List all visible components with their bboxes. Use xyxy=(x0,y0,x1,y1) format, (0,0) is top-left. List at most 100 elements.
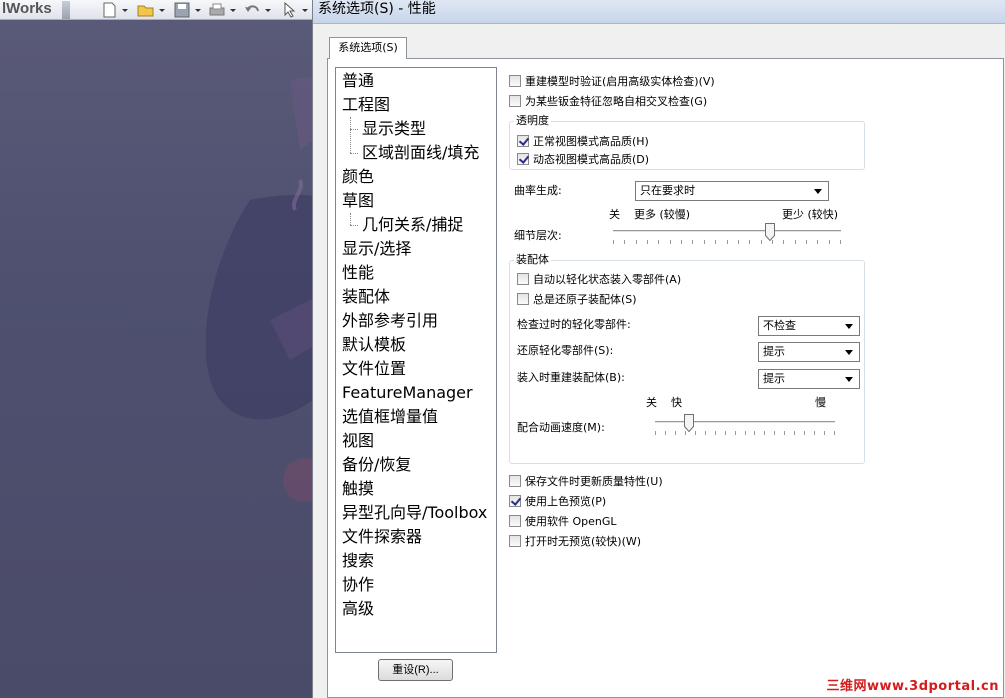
always-resolve-checkbox[interactable] xyxy=(517,293,529,305)
category-item[interactable]: 异型孔向导/Toolbox xyxy=(342,501,487,525)
slider-thumb[interactable] xyxy=(684,414,694,433)
chevron-down-icon xyxy=(842,320,856,332)
slider-tick xyxy=(665,431,666,435)
verify-rebuild-checkbox[interactable] xyxy=(509,75,521,87)
normal-view-hq-option[interactable]: 正常视图模式高品质(H) xyxy=(517,133,649,149)
curvature-value: 只在要求时 xyxy=(640,184,695,197)
shaded-preview-option[interactable]: 使用上色预览(P) xyxy=(509,493,606,509)
slider-tick xyxy=(745,431,746,435)
category-item[interactable]: 触摸 xyxy=(342,477,374,501)
slider-tick xyxy=(761,240,762,244)
resolve-lightweight-select[interactable]: 提示 xyxy=(758,342,860,362)
background-logo-graphic xyxy=(205,77,312,502)
transparency-group-title: 透明度 xyxy=(514,114,551,128)
new-document-icon[interactable] xyxy=(102,1,128,19)
slider-tick xyxy=(670,240,671,244)
mate-anim-fast-label: 快 xyxy=(671,396,682,409)
rebuild-on-load-select[interactable]: 提示 xyxy=(758,369,860,389)
no-preview-checkbox[interactable] xyxy=(509,535,521,547)
category-item[interactable]: 区域剖面线/填充 xyxy=(362,141,479,165)
slider-track[interactable] xyxy=(613,230,841,233)
slider-thumb[interactable] xyxy=(765,223,775,242)
toolbar-expand-arrow[interactable] xyxy=(62,1,70,19)
slider-tick xyxy=(613,240,614,244)
lod-off-label: 关 xyxy=(609,208,620,221)
dialog-titlebar[interactable]: 系统选项(S) - 性能 xyxy=(313,0,1005,24)
lod-less-label: 更少 (较快) xyxy=(782,208,839,221)
category-item[interactable]: 装配体 xyxy=(342,285,390,309)
slider-tick xyxy=(681,240,682,244)
category-item[interactable]: 几何关系/捕捉 xyxy=(362,213,463,237)
curvature-select[interactable]: 只在要求时 xyxy=(635,181,829,201)
assemblies-group-title: 装配体 xyxy=(514,253,551,267)
reset-button[interactable]: 重设(R)... xyxy=(378,659,453,681)
slider-tick xyxy=(784,431,785,435)
level-of-detail-slider[interactable] xyxy=(613,223,841,245)
no-preview-option[interactable]: 打开时无预览(较快)(W) xyxy=(509,533,641,549)
category-item[interactable]: 视图 xyxy=(342,429,374,453)
ignore-sheetmetal-option[interactable]: 为某些钣金特征忽略自相交叉检查(G) xyxy=(509,93,707,109)
save-icon[interactable] xyxy=(173,1,203,19)
print-icon[interactable] xyxy=(208,1,238,19)
category-item[interactable]: 高级 xyxy=(342,597,374,621)
category-item[interactable]: 颜色 xyxy=(342,165,374,189)
category-item[interactable]: 普通 xyxy=(342,69,374,93)
curvature-label: 曲率生成: xyxy=(514,184,562,197)
software-opengl-option[interactable]: 使用软件 OpenGL xyxy=(509,513,617,529)
slider-tick xyxy=(675,431,676,435)
slider-tick xyxy=(725,431,726,435)
normal-view-hq-checkbox[interactable] xyxy=(517,135,529,147)
mate-animation-speed-slider[interactable] xyxy=(655,414,835,436)
slider-tick xyxy=(692,240,693,244)
auto-lightweight-option[interactable]: 自动以轻化状态装入零部件(A) xyxy=(517,271,681,287)
slider-tick xyxy=(806,240,807,244)
category-item[interactable]: FeatureManager xyxy=(342,381,473,405)
category-item[interactable]: 草图 xyxy=(342,189,374,213)
always-resolve-option[interactable]: 总是还原子装配体(S) xyxy=(517,291,637,307)
software-opengl-checkbox[interactable] xyxy=(509,515,521,527)
category-item[interactable]: 协作 xyxy=(342,573,374,597)
ignore-sheetmetal-checkbox[interactable] xyxy=(509,95,521,107)
auto-lightweight-checkbox[interactable] xyxy=(517,273,529,285)
category-item[interactable]: 工程图 xyxy=(342,93,390,117)
category-item[interactable]: 显示/选择 xyxy=(342,237,411,261)
category-item[interactable]: 外部参考引用 xyxy=(342,309,438,333)
slider-tick xyxy=(655,431,656,435)
slider-track[interactable] xyxy=(655,421,835,424)
tree-connector xyxy=(350,153,358,154)
slider-tick xyxy=(829,240,830,244)
category-item[interactable]: 备份/恢复 xyxy=(342,453,411,477)
category-item[interactable]: 性能 xyxy=(342,261,374,285)
save-mass-props-checkbox[interactable] xyxy=(509,475,521,487)
slider-tick xyxy=(735,431,736,435)
normal-view-hq-label: 正常视图模式高品质(H) xyxy=(533,135,649,148)
category-item[interactable]: 文件位置 xyxy=(342,357,406,381)
slider-tick xyxy=(817,240,818,244)
auto-lightweight-label: 自动以轻化状态装入零部件(A) xyxy=(533,273,682,286)
category-list[interactable]: 普通 工程图 显示类型 区域剖面线/填充 颜色 草图 几何关系/捕捉 显示/选择 性能 装配体 外部… xyxy=(335,67,497,653)
resolve-lightweight-value: 提示 xyxy=(763,345,785,358)
slider-tick xyxy=(624,240,625,244)
category-item[interactable]: 选值框增量值 xyxy=(342,405,438,429)
slider-tick xyxy=(738,240,739,244)
undo-icon[interactable] xyxy=(243,1,273,19)
category-item[interactable]: 搜索 xyxy=(342,549,374,573)
category-item[interactable]: 文件探索器 xyxy=(342,525,422,549)
tab-system-options[interactable]: 系统选项(S) xyxy=(329,37,407,59)
dynamic-view-hq-checkbox[interactable] xyxy=(517,153,529,165)
save-mass-props-label: 保存文件时更新质量特性(U) xyxy=(525,475,663,488)
open-folder-icon[interactable] xyxy=(137,1,167,19)
chevron-down-icon xyxy=(842,346,856,358)
category-item[interactable]: 显示类型 xyxy=(362,117,426,141)
dynamic-view-hq-option[interactable]: 动态视图模式高品质(D) xyxy=(517,151,649,167)
verify-rebuild-option[interactable]: 重建模型时验证(启用高级实体检查)(V) xyxy=(509,73,715,89)
shaded-preview-checkbox[interactable] xyxy=(509,495,521,507)
slider-tick xyxy=(705,431,706,435)
slider-tick xyxy=(834,431,835,435)
slider-tick xyxy=(795,240,796,244)
slider-tick xyxy=(647,240,648,244)
save-mass-props-option[interactable]: 保存文件时更新质量特性(U) xyxy=(509,473,663,489)
check-outdated-select[interactable]: 不检查 xyxy=(758,316,860,336)
select-cursor-icon[interactable] xyxy=(280,1,310,19)
category-item[interactable]: 默认模板 xyxy=(342,333,406,357)
